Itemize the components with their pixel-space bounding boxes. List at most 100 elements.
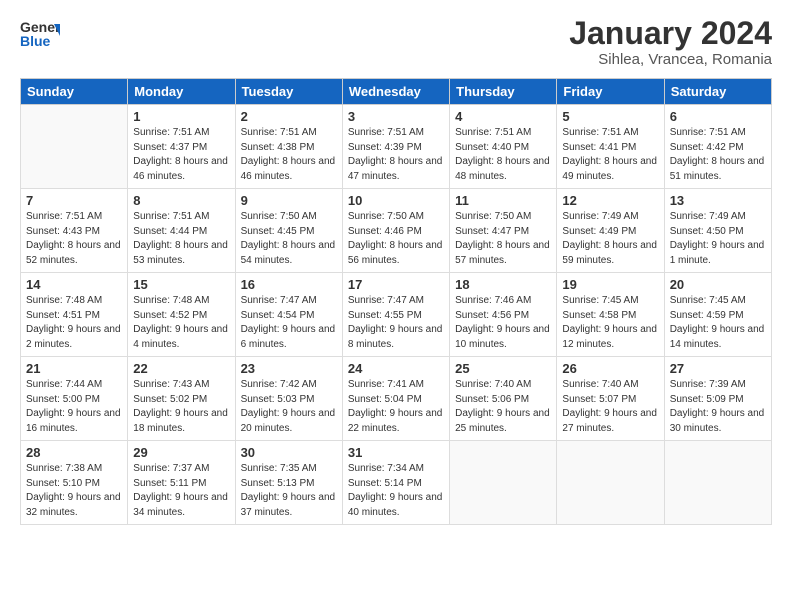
day-info: Sunrise: 7:40 AMSunset: 5:06 PMDaylight:…: [455, 378, 551, 436]
sunset-text: Sunset: 5:09 PM: [670, 393, 766, 408]
day-info: Sunrise: 7:49 AMSunset: 4:50 PMDaylight:…: [670, 210, 766, 268]
day-number: 8: [133, 193, 229, 208]
daylight-text: Daylight: 9 hours and 30 minutes.: [670, 407, 766, 436]
col-tuesday: Tuesday: [235, 79, 342, 105]
day-info: Sunrise: 7:40 AMSunset: 5:07 PMDaylight:…: [562, 378, 658, 436]
daylight-text: Daylight: 9 hours and 22 minutes.: [348, 407, 444, 436]
daylight-text: Daylight: 9 hours and 20 minutes.: [241, 407, 337, 436]
daylight-text: Daylight: 9 hours and 18 minutes.: [133, 407, 229, 436]
day-cell: 3Sunrise: 7:51 AMSunset: 4:39 PMDaylight…: [342, 105, 449, 189]
day-info: Sunrise: 7:51 AMSunset: 4:41 PMDaylight:…: [562, 126, 658, 184]
sunset-text: Sunset: 4:41 PM: [562, 141, 658, 156]
calendar-page: General Blue January 2024 Sihlea, Vrance…: [0, 0, 792, 612]
day-info: Sunrise: 7:34 AMSunset: 5:14 PMDaylight:…: [348, 462, 444, 520]
day-cell: [450, 441, 557, 525]
sunrise-text: Sunrise: 7:51 AM: [455, 126, 551, 141]
sunset-text: Sunset: 4:50 PM: [670, 225, 766, 240]
daylight-text: Daylight: 9 hours and 4 minutes.: [133, 323, 229, 352]
day-number: 23: [241, 361, 337, 376]
week-row-4: 21Sunrise: 7:44 AMSunset: 5:00 PMDayligh…: [21, 357, 772, 441]
day-number: 13: [670, 193, 766, 208]
day-number: 4: [455, 109, 551, 124]
sunset-text: Sunset: 4:51 PM: [26, 309, 122, 324]
day-info: Sunrise: 7:50 AMSunset: 4:45 PMDaylight:…: [241, 210, 337, 268]
day-number: 15: [133, 277, 229, 292]
day-info: Sunrise: 7:48 AMSunset: 4:51 PMDaylight:…: [26, 294, 122, 352]
daylight-text: Daylight: 9 hours and 37 minutes.: [241, 491, 337, 520]
day-info: Sunrise: 7:45 AMSunset: 4:58 PMDaylight:…: [562, 294, 658, 352]
day-number: 24: [348, 361, 444, 376]
daylight-text: Daylight: 9 hours and 14 minutes.: [670, 323, 766, 352]
day-number: 21: [26, 361, 122, 376]
daylight-text: Daylight: 8 hours and 59 minutes.: [562, 239, 658, 268]
week-row-5: 28Sunrise: 7:38 AMSunset: 5:10 PMDayligh…: [21, 441, 772, 525]
day-cell: 18Sunrise: 7:46 AMSunset: 4:56 PMDayligh…: [450, 273, 557, 357]
daylight-text: Daylight: 9 hours and 25 minutes.: [455, 407, 551, 436]
sunrise-text: Sunrise: 7:38 AM: [26, 462, 122, 477]
daylight-text: Daylight: 9 hours and 32 minutes.: [26, 491, 122, 520]
day-number: 20: [670, 277, 766, 292]
day-cell: 1Sunrise: 7:51 AMSunset: 4:37 PMDaylight…: [128, 105, 235, 189]
sunrise-text: Sunrise: 7:40 AM: [562, 378, 658, 393]
day-cell: 19Sunrise: 7:45 AMSunset: 4:58 PMDayligh…: [557, 273, 664, 357]
daylight-text: Daylight: 9 hours and 40 minutes.: [348, 491, 444, 520]
day-info: Sunrise: 7:51 AMSunset: 4:44 PMDaylight:…: [133, 210, 229, 268]
day-number: 12: [562, 193, 658, 208]
daylight-text: Daylight: 8 hours and 53 minutes.: [133, 239, 229, 268]
day-cell: 12Sunrise: 7:49 AMSunset: 4:49 PMDayligh…: [557, 189, 664, 273]
sunset-text: Sunset: 5:04 PM: [348, 393, 444, 408]
day-cell: 25Sunrise: 7:40 AMSunset: 5:06 PMDayligh…: [450, 357, 557, 441]
day-number: 17: [348, 277, 444, 292]
col-friday: Friday: [557, 79, 664, 105]
sunrise-text: Sunrise: 7:39 AM: [670, 378, 766, 393]
sunset-text: Sunset: 5:14 PM: [348, 477, 444, 492]
sunset-text: Sunset: 4:42 PM: [670, 141, 766, 156]
day-number: 10: [348, 193, 444, 208]
day-info: Sunrise: 7:39 AMSunset: 5:09 PMDaylight:…: [670, 378, 766, 436]
day-number: 11: [455, 193, 551, 208]
sunset-text: Sunset: 4:46 PM: [348, 225, 444, 240]
sunrise-text: Sunrise: 7:46 AM: [455, 294, 551, 309]
day-cell: 11Sunrise: 7:50 AMSunset: 4:47 PMDayligh…: [450, 189, 557, 273]
day-number: 14: [26, 277, 122, 292]
day-info: Sunrise: 7:51 AMSunset: 4:37 PMDaylight:…: [133, 126, 229, 184]
day-cell: 29Sunrise: 7:37 AMSunset: 5:11 PMDayligh…: [128, 441, 235, 525]
day-number: 30: [241, 445, 337, 460]
day-cell: 5Sunrise: 7:51 AMSunset: 4:41 PMDaylight…: [557, 105, 664, 189]
day-cell: 8 Sunrise: 7:51 AMSunset: 4:44 PMDaylight…: [128, 189, 235, 273]
sunset-text: Sunset: 5:02 PM: [133, 393, 229, 408]
sunset-text: Sunset: 4:59 PM: [670, 309, 766, 324]
daylight-text: Daylight: 9 hours and 16 minutes.: [26, 407, 122, 436]
sunrise-text: Sunrise: 7:50 AM: [348, 210, 444, 225]
logo: General Blue: [20, 16, 62, 52]
day-number: 9: [241, 193, 337, 208]
sunset-text: Sunset: 4:40 PM: [455, 141, 551, 156]
daylight-text: Daylight: 9 hours and 2 minutes.: [26, 323, 122, 352]
subtitle: Sihlea, Vrancea, Romania: [569, 51, 772, 68]
day-info: Sunrise: 7:45 AMSunset: 4:59 PMDaylight:…: [670, 294, 766, 352]
day-cell: 27Sunrise: 7:39 AMSunset: 5:09 PMDayligh…: [664, 357, 771, 441]
sunset-text: Sunset: 5:13 PM: [241, 477, 337, 492]
sunset-text: Sunset: 5:06 PM: [455, 393, 551, 408]
day-cell: 31Sunrise: 7:34 AMSunset: 5:14 PMDayligh…: [342, 441, 449, 525]
sunrise-text: Sunrise: 7:51 AM: [133, 126, 229, 141]
day-info: Sunrise: 7:47 AMSunset: 4:55 PMDaylight:…: [348, 294, 444, 352]
day-number: 6: [670, 109, 766, 124]
day-info: Sunrise: 7:47 AMSunset: 4:54 PMDaylight:…: [241, 294, 337, 352]
sunrise-text: Sunrise: 7:35 AM: [241, 462, 337, 477]
daylight-text: Daylight: 9 hours and 8 minutes.: [348, 323, 444, 352]
day-cell: 2Sunrise: 7:51 AMSunset: 4:38 PMDaylight…: [235, 105, 342, 189]
daylight-text: Daylight: 9 hours and 10 minutes.: [455, 323, 551, 352]
daylight-text: Daylight: 8 hours and 48 minutes.: [455, 155, 551, 184]
day-info: Sunrise: 7:51 AMSunset: 4:38 PMDaylight:…: [241, 126, 337, 184]
sunrise-text: Sunrise: 7:51 AM: [26, 210, 122, 225]
sunrise-text: Sunrise: 7:45 AM: [670, 294, 766, 309]
sunrise-text: Sunrise: 7:49 AM: [562, 210, 658, 225]
sunset-text: Sunset: 4:55 PM: [348, 309, 444, 324]
col-monday: Monday: [128, 79, 235, 105]
sunrise-text: Sunrise: 7:51 AM: [348, 126, 444, 141]
sunrise-text: Sunrise: 7:44 AM: [26, 378, 122, 393]
col-thursday: Thursday: [450, 79, 557, 105]
sunrise-text: Sunrise: 7:43 AM: [133, 378, 229, 393]
day-cell: 7Sunrise: 7:51 AMSunset: 4:43 PMDaylight…: [21, 189, 128, 273]
